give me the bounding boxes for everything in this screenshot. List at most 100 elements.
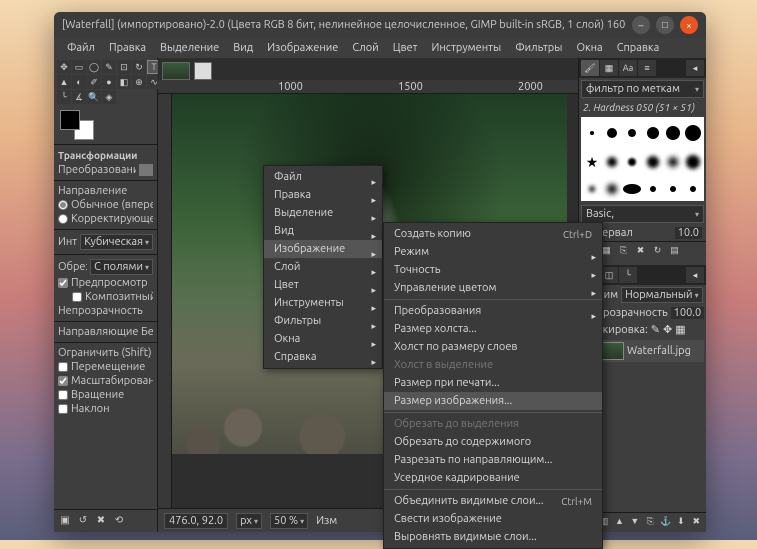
layer-del-icon[interactable]: ✖ (691, 516, 702, 529)
layer-name-label[interactable]: Waterfall.jpg (627, 345, 691, 357)
menu-item[interactable]: Управление цветом (384, 279, 602, 297)
menu-item[interactable]: Справка (264, 348, 382, 366)
menu-color[interactable]: Цвет (386, 40, 425, 56)
tool-measure-icon[interactable]: ∡ (72, 90, 86, 104)
tool-rotate-icon[interactable]: ↻ (132, 60, 146, 74)
menu-item[interactable]: Режим (384, 243, 602, 261)
brush-preset-combo[interactable]: Basic, (581, 205, 704, 223)
menu-select[interactable]: Выделение (153, 40, 226, 56)
menu-item[interactable]: Правка (264, 186, 382, 204)
menu-item[interactable]: Свести изображение (384, 510, 602, 528)
layer-down-icon[interactable]: ▼ (629, 516, 640, 529)
menu-layer[interactable]: Слой (345, 40, 385, 56)
clip-combo[interactable]: С полями (90, 259, 153, 275)
tool-bucket-icon[interactable]: ▲ (57, 75, 71, 89)
menu-item[interactable]: Фильтры (264, 312, 382, 330)
layers-dock-menu-icon[interactable]: ◂ (686, 267, 704, 283)
tool-color-picker-icon[interactable]: ◈ (102, 90, 116, 104)
brushes-tab-icon[interactable]: 🖌 (581, 60, 599, 76)
save-preset-icon[interactable]: ▣ (58, 514, 72, 528)
interp-combo[interactable]: Кубическая (80, 234, 153, 250)
menu-tools[interactable]: Инструменты (424, 40, 508, 56)
patterns-tab-icon[interactable]: ▦ (600, 60, 618, 76)
menu-view[interactable]: Вид (226, 40, 260, 56)
lock-position-icon[interactable]: ✥ (663, 323, 672, 336)
tool-free-select-icon[interactable]: ◯ (87, 60, 101, 74)
menu-item[interactable]: Окна (264, 330, 382, 348)
layer-anchor-icon[interactable]: ⚓ (660, 516, 671, 529)
dock-menu-icon[interactable]: ◂ (686, 60, 704, 76)
tool-path-icon[interactable]: ╰ (57, 90, 71, 104)
menu-item[interactable]: Вид (264, 222, 382, 240)
brush-dup-icon[interactable]: ⎘ (617, 245, 630, 258)
window-maximize-button[interactable]: □ (656, 16, 674, 34)
fg-color-swatch[interactable] (60, 110, 80, 130)
tool-brush-icon[interactable]: ● (102, 75, 116, 89)
menu-edit[interactable]: Правка (102, 40, 153, 56)
direction-normal-radio[interactable] (58, 200, 68, 210)
status-zoom-combo[interactable]: 50 % (270, 513, 308, 529)
lock-alpha-icon[interactable]: ▦ (675, 323, 685, 336)
composite-check[interactable] (72, 292, 82, 302)
lock-pixels-icon[interactable]: ✎ (651, 323, 660, 336)
menu-item[interactable]: Объединить видимые слои...Ctrl+M (384, 492, 602, 510)
rotate-check[interactable] (58, 390, 68, 400)
menu-item[interactable]: Холст по размеру слоев (384, 338, 602, 356)
layer-up-icon[interactable]: ▲ (614, 516, 625, 529)
brush-filter-combo[interactable]: фильтр по меткам (581, 80, 704, 98)
direction-corrective-radio[interactable] (58, 214, 68, 224)
menu-item[interactable]: Холст в выделение (384, 356, 602, 374)
shear-check[interactable] (58, 404, 68, 414)
transform-layer-icon[interactable] (139, 164, 153, 176)
menu-item[interactable]: Выровнять видимые слои... (384, 528, 602, 546)
tool-zoom-icon[interactable]: 🔍 (87, 90, 101, 104)
menu-item[interactable]: Инструменты (264, 294, 382, 312)
layer-opacity-value[interactable]: 100.0 (671, 307, 705, 319)
menu-item[interactable]: Обрезать до содержимого (384, 433, 602, 451)
menu-item[interactable]: Создать копиюCtrl+D (384, 225, 602, 243)
color-swatches[interactable] (60, 110, 94, 140)
fonts-tab-icon[interactable]: Aa (619, 60, 637, 76)
layer-thumbnail[interactable] (600, 342, 624, 360)
preview-check[interactable] (58, 278, 68, 288)
layer-mode-combo[interactable]: Нормальный (621, 287, 702, 303)
tool-rect-select-icon[interactable]: ▭ (72, 60, 86, 74)
menu-help[interactable]: Справка (610, 40, 667, 56)
menu-file[interactable]: Файл (60, 40, 102, 56)
menu-windows[interactable]: Окна (569, 40, 609, 56)
menu-image[interactable]: Изображение (260, 40, 345, 56)
tool-crop-icon[interactable]: ⊡ (117, 60, 131, 74)
menu-item[interactable]: Цвет (264, 276, 382, 294)
tool-pencil-icon[interactable]: ✐ (87, 75, 101, 89)
layer-merge-icon[interactable]: ⬇ (675, 516, 686, 529)
menu-item[interactable]: Разрезать по направляющим... (384, 451, 602, 469)
reset-preset-icon[interactable]: ⟲ (112, 514, 126, 528)
status-unit-combo[interactable]: px (236, 513, 262, 529)
layer-dup-icon[interactable]: ⎘ (645, 516, 656, 529)
menu-item[interactable]: Точность (384, 261, 602, 279)
brush-del-icon[interactable]: ✖ (634, 245, 647, 258)
menu-item[interactable]: Размер при печати... (384, 374, 602, 392)
tool-gradient-icon[interactable]: ◐ (72, 75, 86, 89)
menu-item[interactable]: Преобразования (384, 302, 602, 320)
scale-check[interactable] (58, 376, 68, 386)
menu-filters[interactable]: Фильтры (508, 40, 569, 56)
window-minimize-button[interactable]: – (632, 16, 650, 34)
menu-item[interactable]: Выделение (264, 204, 382, 222)
menu-item[interactable]: Размер изображения... (384, 392, 602, 410)
menu-item[interactable]: Файл (264, 168, 382, 186)
image-tab-1[interactable] (162, 62, 190, 80)
tool-clone-icon[interactable]: ⊕ (132, 75, 146, 89)
move-check[interactable] (58, 362, 68, 372)
tool-move-icon[interactable]: ✥ (57, 60, 71, 74)
delete-preset-icon[interactable]: ✖ (94, 514, 108, 528)
restore-preset-icon[interactable]: ↺ (76, 514, 90, 528)
paths-tab-icon[interactable]: ╰ (619, 267, 637, 283)
tool-eraser-icon[interactable]: ◧ (117, 75, 131, 89)
menu-item[interactable]: Изображение (264, 240, 382, 258)
brush-open-icon[interactable]: ▤ (668, 245, 681, 258)
interval-value[interactable]: 10.0 (675, 227, 702, 239)
history-tab-icon[interactable]: ≡ (638, 60, 656, 76)
window-close-button[interactable]: × (680, 16, 698, 34)
tool-fuzzy-select-icon[interactable]: ✎ (102, 60, 116, 74)
